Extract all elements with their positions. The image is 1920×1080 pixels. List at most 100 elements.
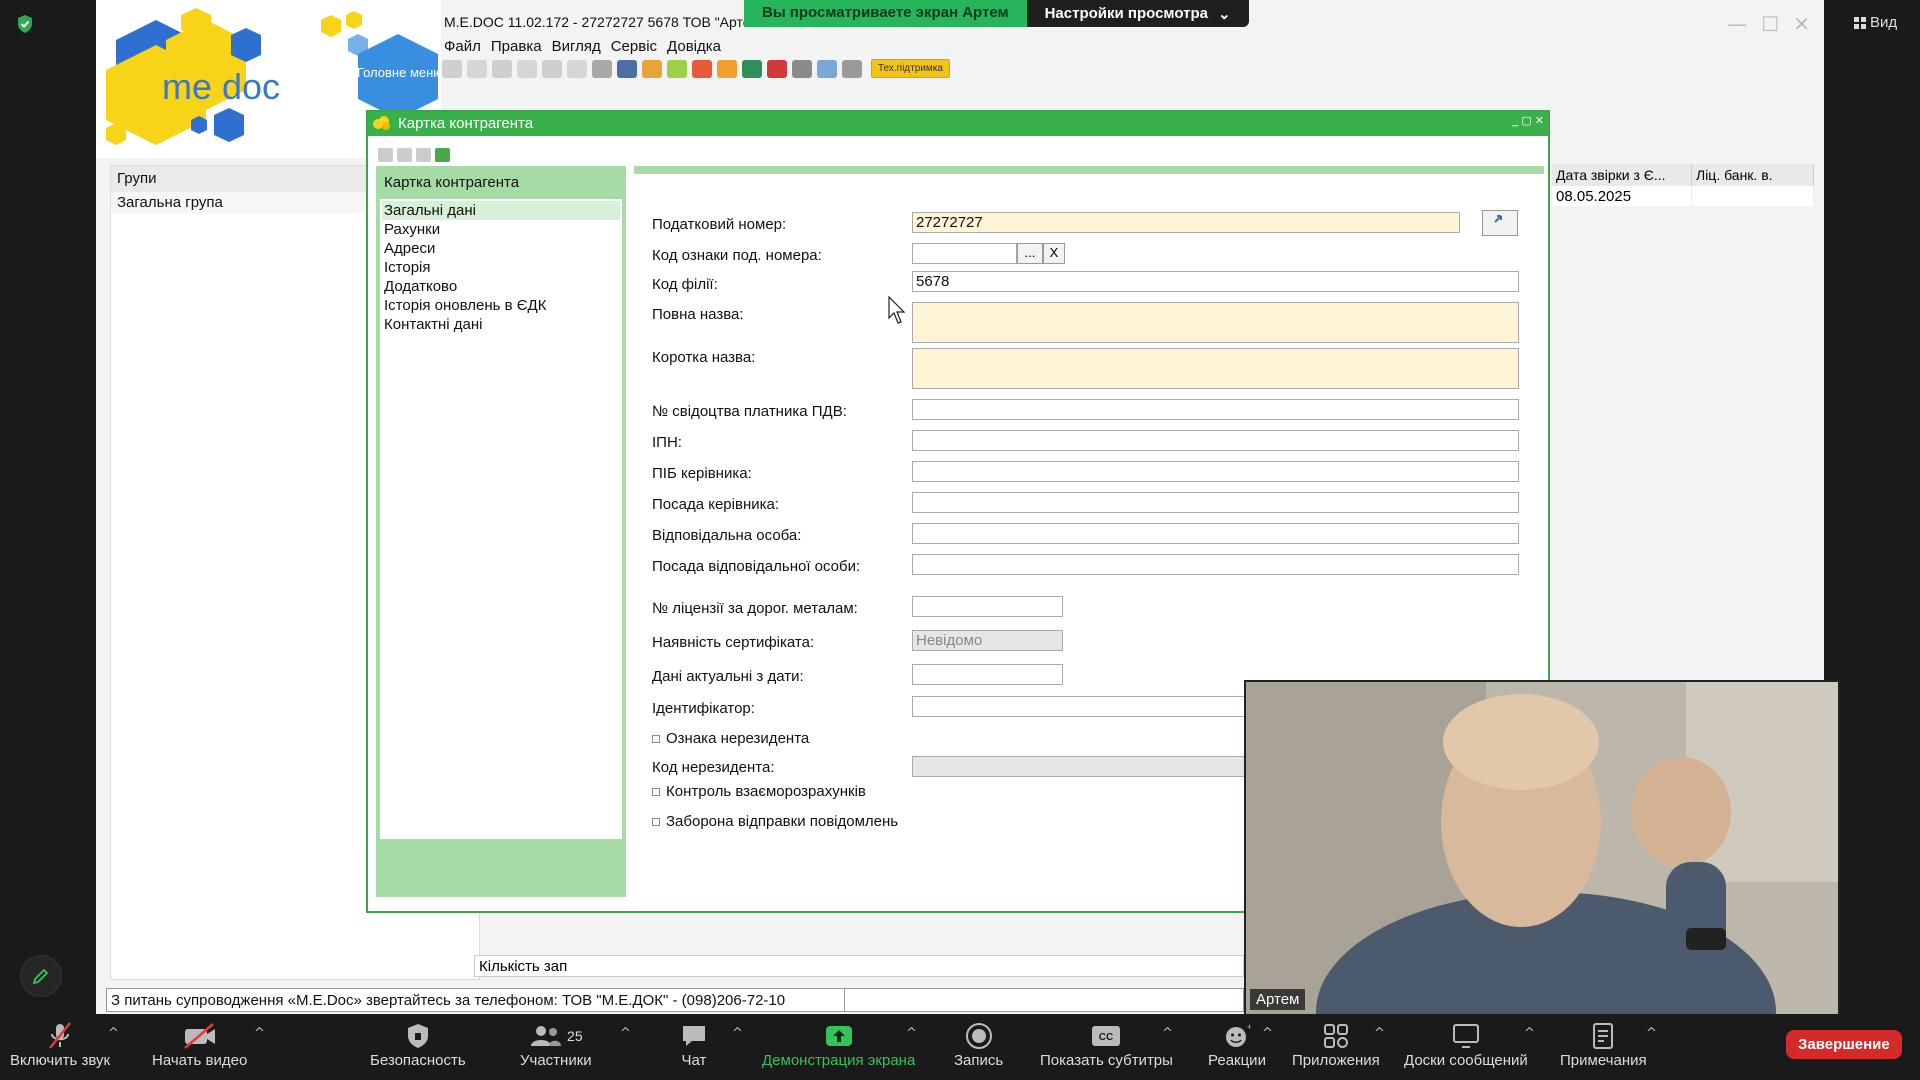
tax-lookup-button[interactable]	[1482, 210, 1518, 236]
responsible-field[interactable]	[912, 523, 1519, 544]
branch-code-field[interactable]: 5678	[912, 271, 1519, 292]
certificate-label: Наявність сертифіката:	[652, 634, 815, 651]
end-meeting-button[interactable]: Завершение	[1786, 1030, 1902, 1059]
envelope-icon[interactable]	[792, 59, 812, 78]
unmute-label: Включить звук	[10, 1052, 111, 1069]
notes-button[interactable]: Примечания	[1560, 1020, 1647, 1069]
box-icon[interactable]	[717, 59, 737, 78]
menu-service[interactable]: Сервіс	[611, 38, 657, 55]
participant-video-tile[interactable]: Артем	[1244, 680, 1840, 1016]
captions-button[interactable]: CC Показать субтитры	[1040, 1020, 1173, 1069]
copy-icon[interactable]	[517, 59, 537, 78]
gear-icon[interactable]	[842, 59, 862, 78]
nav-item-addresses[interactable]: Адреси	[382, 239, 620, 258]
shield-green-icon[interactable]	[742, 59, 762, 78]
nav-item-contacts[interactable]: Контактні дані	[382, 315, 620, 334]
card-search-icon[interactable]	[397, 148, 412, 162]
nonresident-checkbox[interactable]: Ознака нерезидента	[652, 730, 809, 747]
code-sign-clear-button[interactable]: X	[1043, 243, 1065, 264]
menu-help[interactable]: Довідка	[667, 38, 721, 55]
tech-support-button[interactable]: Тех.підтримка	[871, 59, 950, 78]
record-button[interactable]: Запись	[954, 1020, 1003, 1069]
print-icon[interactable]	[617, 59, 637, 78]
video-options-caret-icon[interactable]: ^	[254, 1026, 265, 1041]
short-name-field[interactable]	[912, 348, 1519, 389]
contractors-grid: Дата звірки з Є... Ліц. банк. в. 08.05.2…	[1552, 164, 1814, 206]
participants-count: 25	[567, 1028, 583, 1044]
view-options-button[interactable]: Настройки просмотра ⌄	[1026, 0, 1249, 27]
reactions-caret-icon[interactable]: ^	[1262, 1026, 1273, 1041]
filter-icon[interactable]	[567, 59, 587, 78]
nav-item-accounts[interactable]: Рахунки	[382, 220, 620, 239]
minimize-icon[interactable]: —	[1727, 12, 1747, 36]
ipn-field[interactable]	[912, 430, 1519, 451]
zoom-toolbar: Включить звук ^ Начать видео ^ Безопасно…	[0, 1014, 1920, 1080]
tax-number-field[interactable]: 27272727	[912, 212, 1460, 233]
tree-icon[interactable]	[692, 59, 712, 78]
chat-button[interactable]: Чат	[680, 1020, 708, 1069]
table-row[interactable]: 08.05.2025	[1552, 186, 1814, 206]
audio-options-caret-icon[interactable]: ^	[108, 1026, 119, 1041]
card-save-icon[interactable]	[378, 148, 393, 162]
nav-item-history[interactable]: Історія	[382, 258, 620, 277]
message-ban-checkbox[interactable]: Заборона відправки повідомлень	[652, 813, 898, 830]
apps-button[interactable]: Приложения	[1292, 1020, 1380, 1069]
unmute-button[interactable]: Включить звук	[10, 1020, 110, 1069]
vat-cert-field[interactable]	[912, 399, 1519, 420]
main-menu-button[interactable]: Головне меню	[356, 40, 444, 112]
sync-icon[interactable]	[667, 59, 687, 78]
reactions-button[interactable]: + Реакции	[1208, 1020, 1266, 1069]
captions-caret-icon[interactable]: ^	[1162, 1026, 1173, 1041]
full-name-field[interactable]	[912, 302, 1519, 343]
director-field[interactable]	[912, 461, 1519, 482]
nav-item-edk-history[interactable]: Історія оновлень в ЄДК	[382, 296, 620, 315]
settlement-control-checkbox[interactable]: Контроль взаєморозрахунків	[652, 783, 866, 800]
nav-item-general[interactable]: Загальні дані	[382, 201, 620, 220]
metals-license-field[interactable]	[912, 596, 1063, 617]
grid-col-reconcile-date[interactable]: Дата звірки з Є...	[1552, 164, 1692, 186]
new-doc-icon[interactable]	[442, 59, 462, 78]
card-print-icon[interactable]	[416, 148, 431, 162]
card-window-controls[interactable]: _ ▢ ✕	[1512, 114, 1544, 127]
share-screen-button[interactable]: Демонстрация экрана	[762, 1020, 915, 1069]
checkbox-box[interactable]	[652, 817, 660, 826]
whiteboards-button[interactable]: Доски сообщений	[1404, 1020, 1528, 1069]
security-button[interactable]: Безопасность	[370, 1020, 466, 1069]
screen-share-banner: Вы просматриваете экран Артем Настройки …	[744, 0, 1249, 27]
annotate-pen-button[interactable]	[20, 955, 62, 997]
card-window-icon	[373, 116, 390, 130]
start-video-button[interactable]: Начать видео	[152, 1020, 247, 1069]
menu-view[interactable]: Вигляд	[552, 38, 601, 55]
notes-caret-icon[interactable]: ^	[1646, 1026, 1657, 1041]
participants-button[interactable]: 25 Участники	[520, 1020, 592, 1069]
package-icon[interactable]	[642, 59, 662, 78]
open-icon[interactable]	[467, 59, 487, 78]
close-icon[interactable]: ✕	[1793, 12, 1810, 36]
view-button[interactable]: Вид	[1854, 14, 1897, 31]
checkbox-box[interactable]	[652, 734, 660, 743]
maximize-icon[interactable]: ☐	[1761, 12, 1779, 36]
menu-edit[interactable]: Правка	[491, 38, 542, 55]
vat-cert-label: № свідоцтва платника ПДВ:	[652, 403, 847, 420]
search-icon[interactable]	[542, 59, 562, 78]
calendar-icon[interactable]	[817, 59, 837, 78]
participants-caret-icon[interactable]: ^	[620, 1026, 631, 1041]
code-sign-select-button[interactable]: ...	[1017, 243, 1043, 264]
whiteboards-caret-icon[interactable]: ^	[1524, 1026, 1535, 1041]
shield-red-icon[interactable]	[767, 59, 787, 78]
share-options-caret-icon[interactable]: ^	[906, 1026, 917, 1041]
nav-item-additional[interactable]: Додатково	[382, 277, 620, 296]
participants-icon	[531, 1026, 562, 1046]
director-position-field[interactable]	[912, 492, 1519, 513]
code-sign-field[interactable]	[912, 243, 1017, 264]
save-icon[interactable]	[492, 59, 512, 78]
menu-file[interactable]: Файл	[444, 38, 481, 55]
responsible-position-field[interactable]	[912, 554, 1519, 575]
actual-date-field[interactable]	[912, 664, 1063, 685]
grid-col-bank-license[interactable]: Ліц. банк. в.	[1692, 164, 1814, 186]
card-shield-icon[interactable]	[435, 148, 450, 162]
apps-caret-icon[interactable]: ^	[1374, 1026, 1385, 1041]
checkbox-box[interactable]	[652, 787, 660, 796]
chat-caret-icon[interactable]: ^	[732, 1026, 743, 1041]
archive-icon[interactable]	[592, 59, 612, 78]
